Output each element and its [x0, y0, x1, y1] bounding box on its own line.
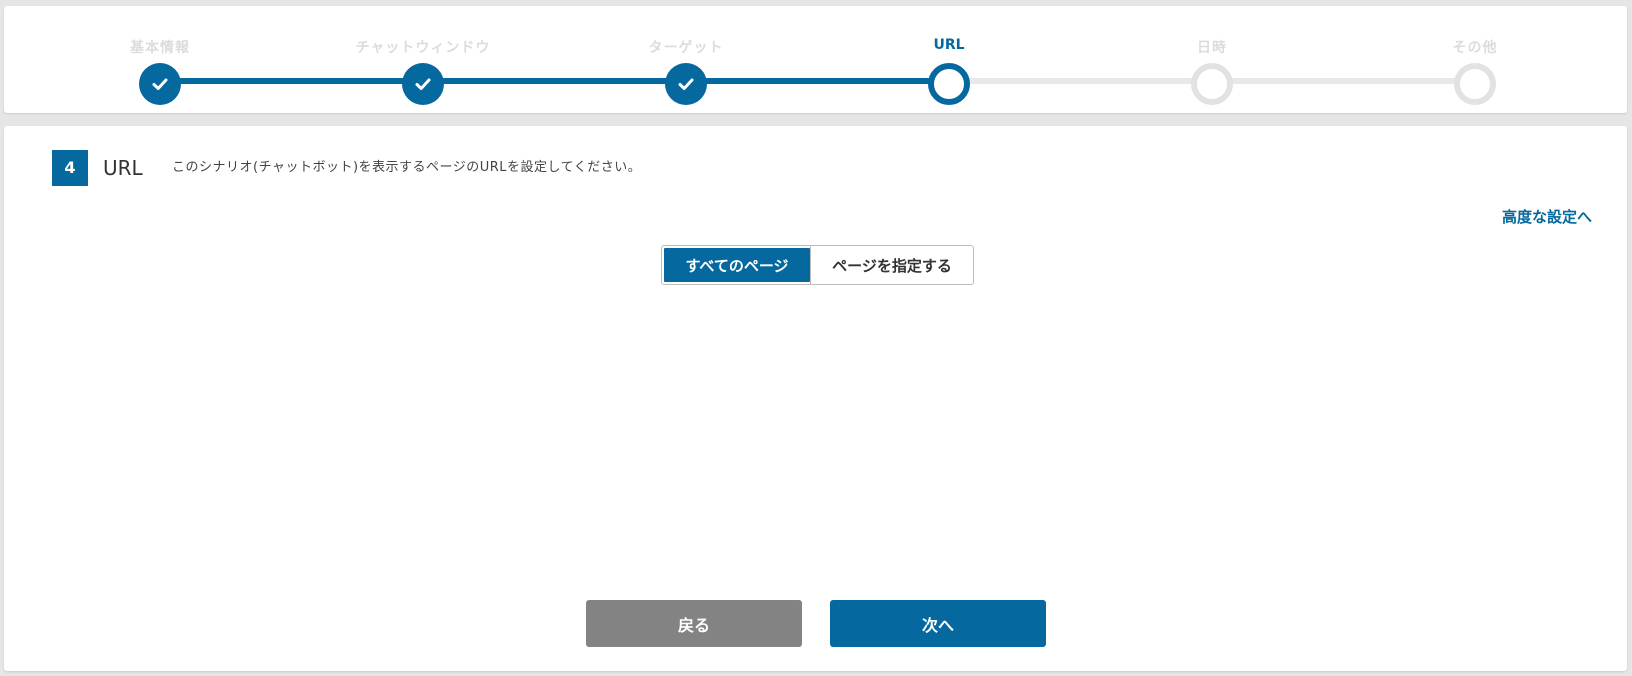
step-current-circle	[928, 63, 970, 105]
step-label: ターゲット	[648, 40, 724, 56]
step-pending-circle	[1191, 63, 1233, 105]
all-pages-option[interactable]: すべてのページ	[664, 248, 810, 282]
step-label: チャットウィンドウ	[355, 40, 491, 56]
step-target[interactable]: ターゲット	[566, 6, 806, 113]
section-description: このシナリオ(チャットボット)を表示するページのURLを設定してください。	[172, 160, 642, 175]
check-icon	[678, 78, 694, 90]
back-button[interactable]: 戻る	[586, 600, 802, 647]
section-number-badge: 4	[52, 150, 88, 186]
check-icon	[152, 78, 168, 90]
step-complete-circle	[139, 63, 181, 105]
url-mode-toggle: すべてのページ ページを指定する	[661, 245, 974, 285]
step-other: その他	[1355, 6, 1595, 113]
step-label: 基本情報	[130, 40, 190, 56]
step-label: 日時	[1197, 40, 1227, 56]
step-complete-circle	[402, 63, 444, 105]
step-pending-circle	[1454, 63, 1496, 105]
advanced-settings-link[interactable]: 高度な設定へ	[1502, 206, 1592, 227]
step-label: URL	[933, 37, 965, 53]
step-chat-window[interactable]: チャットウィンドウ	[303, 6, 543, 113]
section-title: URL	[103, 156, 143, 180]
step-basic-info[interactable]: 基本情報	[40, 6, 280, 113]
specify-pages-option[interactable]: ページを指定する	[810, 246, 973, 284]
step-datetime: 日時	[1092, 6, 1332, 113]
step-complete-circle	[665, 63, 707, 105]
check-icon	[415, 78, 431, 90]
step-label: その他	[1452, 40, 1498, 56]
next-button[interactable]: 次へ	[830, 600, 1046, 647]
progress-stepper: 基本情報 チャットウィンドウ ターゲット URL 日時 その他	[4, 6, 1627, 113]
url-settings-panel: 4 URL このシナリオ(チャットボット)を表示するページのURLを設定してくだ…	[4, 126, 1627, 671]
step-url[interactable]: URL	[829, 6, 1069, 113]
